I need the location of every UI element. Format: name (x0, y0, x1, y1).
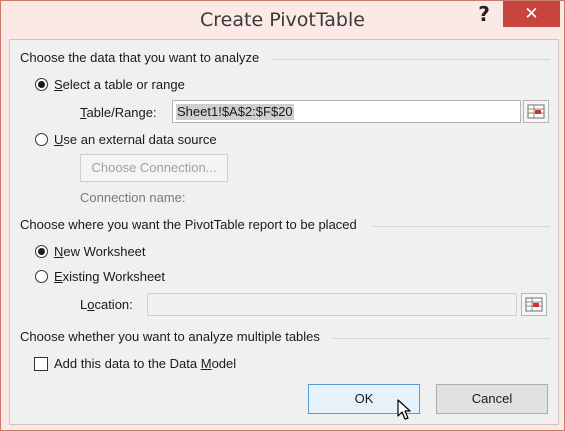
title-bar[interactable]: Create PivotTable ? ✕ (1, 1, 564, 39)
divider (332, 338, 550, 339)
placement-section-heading: Choose where you want the PivotTable rep… (20, 217, 357, 232)
radio-new-worksheet[interactable] (35, 245, 48, 258)
radio-new-worksheet-label[interactable]: New Worksheet (54, 244, 146, 259)
cancel-button[interactable]: Cancel (436, 384, 548, 414)
radio-select-table-range-label[interactable]: Select a table or range (54, 77, 185, 92)
table-range-input[interactable]: Sheet1!$A$2:$F$20 (172, 100, 521, 123)
collapse-dialog-icon (527, 104, 545, 119)
location-selector-button[interactable] (521, 293, 547, 316)
create-pivottable-dialog: Create PivotTable ? ✕ Choose the data th… (0, 0, 565, 431)
connection-name-label: Connection name: (80, 190, 186, 205)
radio-external-source[interactable] (35, 133, 48, 146)
choose-connection-button[interactable]: Choose Connection... (80, 154, 228, 182)
radio-selected-dot (38, 81, 45, 88)
radio-existing-worksheet[interactable] (35, 270, 48, 283)
table-range-label: Table/Range: (80, 105, 157, 120)
radio-external-source-label[interactable]: Use an external data source (54, 132, 217, 147)
location-label: Location: (80, 297, 133, 312)
divider (272, 59, 550, 60)
divider (372, 226, 550, 227)
range-selector-button[interactable] (523, 100, 549, 123)
collapse-dialog-icon (525, 297, 543, 312)
multiple-section-heading: Choose whether you want to analyze multi… (20, 329, 320, 344)
data-section-heading: Choose the data that you want to analyze (20, 50, 260, 65)
data-model-checkbox[interactable] (34, 357, 48, 371)
radio-select-table-range[interactable] (35, 78, 48, 91)
help-button[interactable]: ? (468, 1, 500, 27)
table-range-value: Sheet1!$A$2:$F$20 (176, 104, 294, 120)
location-input[interactable] (147, 293, 517, 316)
dialog-body: Choose the data that you want to analyze… (9, 39, 559, 425)
close-button[interactable]: ✕ (503, 1, 560, 27)
data-model-checkbox-label[interactable]: Add this data to the Data Model (54, 356, 236, 371)
radio-selected-dot (38, 248, 45, 255)
radio-existing-worksheet-label[interactable]: Existing Worksheet (54, 269, 165, 284)
mouse-pointer-icon (397, 399, 411, 420)
